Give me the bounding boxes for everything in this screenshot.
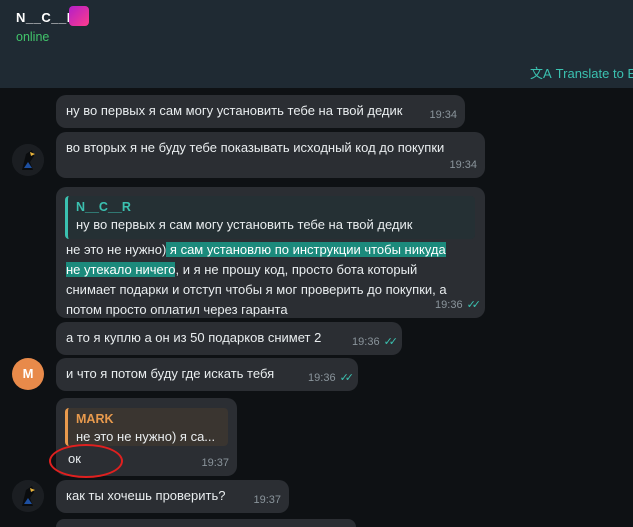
message-text-highlight: не утекало ничего <box>66 262 176 277</box>
message-text-plain: , и я не прошу код, просто бота который <box>175 262 418 277</box>
message-bubble-partial[interactable] <box>56 519 356 527</box>
message-text: во вторых я не буду тебе показывать исхо… <box>66 140 445 155</box>
red-annotation-circle <box>49 444 123 478</box>
chat-status: online <box>16 30 50 44</box>
message-bubble[interactable]: и что я потом буду где искать тебя 19:36… <box>56 358 358 391</box>
message-text-line: потом просто оплатил через гаранта <box>66 302 288 317</box>
double-check-icon: ✓✓ <box>339 372 355 384</box>
message-text: а то я куплю а он из 50 подарков снимет … <box>66 330 322 345</box>
message-text-line: снимает подарки и отступ чтобы я мог про… <box>66 282 447 297</box>
message-time: 19:36 ✓✓ <box>352 336 399 348</box>
message-bubble[interactable]: как ты хочешь проверить? 19:37 <box>56 480 289 513</box>
message-text-highlight: я сам установлю по инструкции чтобы нику… <box>166 242 446 257</box>
message-time: 19:37 <box>201 457 229 469</box>
message-text: ну во первых я сам могу установить тебе … <box>66 103 403 118</box>
translate-label: Translate to E <box>555 66 633 81</box>
message-time: 19:37 <box>253 494 281 506</box>
reply-text: ну во первых я сам могу установить тебе … <box>76 217 413 232</box>
double-check-icon: ✓✓ <box>383 336 399 348</box>
message-text-plain: не это не нужно) <box>66 242 167 257</box>
message-time: 19:34 <box>449 159 477 171</box>
translate-icon: 文A <box>530 66 552 81</box>
message-time: 19:34 <box>429 109 457 121</box>
avatar-m[interactable]: M <box>12 358 44 390</box>
message-bubble[interactable]: ну во первых я сам могу установить тебе … <box>56 95 465 128</box>
message-bubble[interactable]: N__C__R ну во первых я сам могу установи… <box>56 187 485 318</box>
status-emoji-icon <box>69 6 89 26</box>
message-bubble[interactable]: а то я куплю а он из 50 подарков снимет … <box>56 322 402 355</box>
bird-avatar-icon[interactable] <box>12 144 44 176</box>
bird-avatar-icon[interactable] <box>12 480 44 512</box>
translate-button[interactable]: 文A Translate to E <box>530 63 633 82</box>
message-time: 19:36 ✓✓ <box>308 372 355 384</box>
message-text: как ты хочешь проверить? <box>66 488 226 503</box>
reply-quote[interactable]: N__C__R ну во первых я сам могу установи… <box>65 196 475 239</box>
reply-author: MARK <box>76 412 114 426</box>
chat-name[interactable]: N__C__R <box>16 10 77 25</box>
chat-header: N__C__R online 文A Translate to E <box>0 0 633 88</box>
message-bubble[interactable]: во вторых я не буду тебе показывать исхо… <box>56 132 485 178</box>
reply-text: не это не нужно) я са... <box>76 429 216 444</box>
message-time: 19:36 ✓✓ <box>435 299 482 311</box>
message-text: и что я потом буду где искать тебя <box>66 366 275 381</box>
double-check-icon: ✓✓ <box>466 299 482 311</box>
reply-quote[interactable]: MARK не это не нужно) я са... <box>65 408 228 446</box>
reply-author: N__C__R <box>76 200 131 214</box>
message-text: не это не нужно) я сам установлю по инст… <box>66 240 481 320</box>
